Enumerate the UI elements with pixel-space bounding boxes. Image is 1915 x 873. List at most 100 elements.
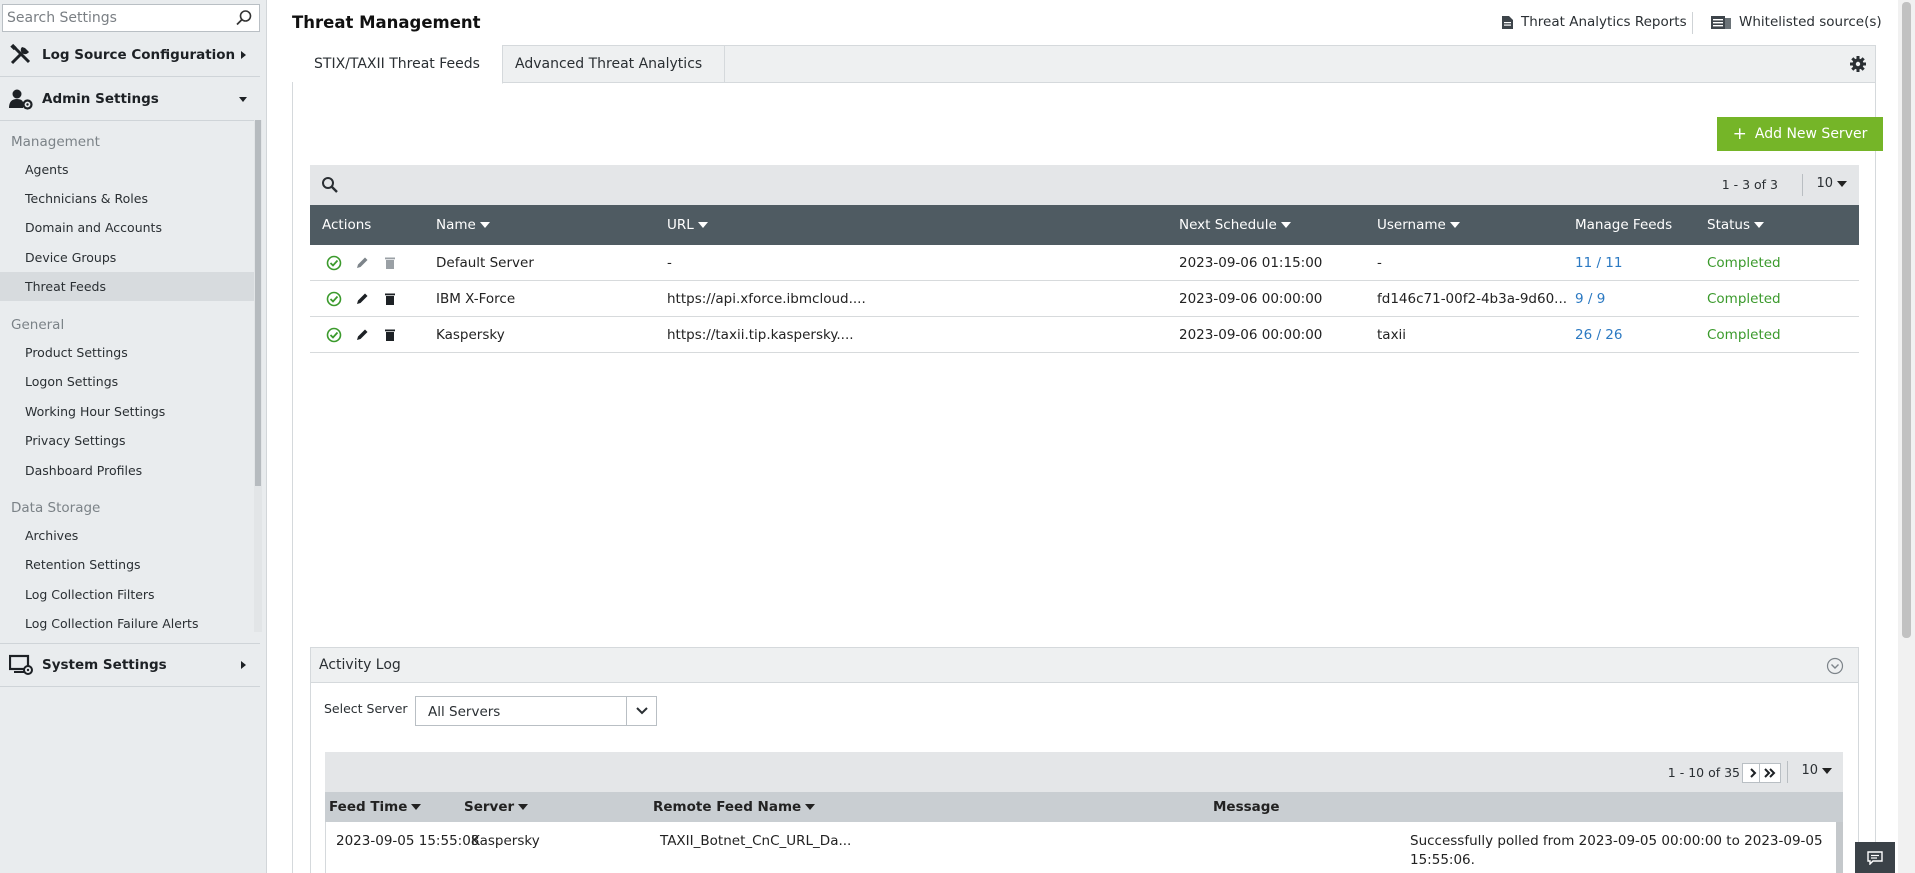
group-heading-general: General [11, 317, 65, 333]
sidebar-item-domain-accounts[interactable]: Domain and Accounts [0, 213, 254, 242]
caret-down-icon [1837, 180, 1847, 187]
row-actions [326, 327, 398, 343]
delete-trash-icon[interactable] [382, 255, 398, 271]
manage-feeds-link[interactable]: 26 / 26 [1575, 327, 1623, 343]
server-next-schedule: 2023-09-06 00:00:00 [1179, 327, 1323, 343]
admin-user-gear-icon [9, 89, 33, 110]
activity-per-page-select[interactable]: 10 [1801, 763, 1832, 778]
add-new-server-button[interactable]: + Add New Server [1717, 117, 1883, 151]
server-url: - [667, 255, 672, 271]
sidebar-item-privacy-settings[interactable]: Privacy Settings [0, 426, 254, 455]
main-content: Threat Management Threat Analytics Repor… [268, 0, 1896, 873]
column-remote-feed-name[interactable]: Remote Feed Name [653, 799, 816, 815]
sidebar-item-device-groups[interactable]: Device Groups [0, 243, 254, 272]
sort-caret-icon [1280, 222, 1291, 228]
column-name[interactable]: Name [436, 217, 490, 233]
servers-per-page-select[interactable]: 10 [1816, 176, 1847, 191]
delete-trash-icon[interactable] [382, 291, 398, 307]
column-next-schedule-label: Next Schedule [1179, 217, 1277, 233]
column-status[interactable]: Status [1707, 217, 1765, 233]
tab-stix-taxii-threat-feeds[interactable]: STIX/TAXII Threat Feeds [292, 45, 503, 84]
sidebar-item-retention-settings[interactable]: Retention Settings [0, 550, 254, 579]
sidebar-item-working-hour-settings[interactable]: Working Hour Settings [0, 397, 254, 426]
chevron-right-icon [241, 50, 246, 59]
sidebar-item-archives[interactable]: Archives [0, 521, 254, 550]
activity-scrollbar[interactable] [1836, 822, 1843, 873]
dropdown-toggle[interactable] [626, 697, 656, 725]
manage-feeds-link[interactable]: 9 / 9 [1575, 291, 1605, 307]
select-server-label: Select Server [324, 701, 408, 716]
column-url[interactable]: URL [667, 217, 708, 233]
select-server-dropdown[interactable]: All Servers [415, 696, 657, 726]
enabled-check-icon[interactable] [326, 255, 342, 271]
report-document-icon [1502, 15, 1513, 29]
column-message: Message [1213, 799, 1280, 815]
sidebar-item-log-collection-filters[interactable]: Log Collection Filters [0, 580, 254, 609]
column-next-schedule[interactable]: Next Schedule [1179, 217, 1291, 233]
table-row: IBM X-Force https://api.xforce.ibmcloud.… [310, 281, 1859, 317]
servers-pager-info: 1 - 3 of 3 [1721, 177, 1778, 192]
activity-log-body: Select Server All Servers 1 - 10 of 35 1… [310, 683, 1859, 873]
activity-log-title: Activity Log [319, 657, 401, 673]
delete-trash-icon[interactable] [382, 327, 398, 343]
sidebar-item-threat-feeds[interactable]: Threat Feeds [0, 272, 254, 301]
enabled-check-icon[interactable] [326, 291, 342, 307]
section-admin-settings[interactable]: Admin Settings [0, 77, 260, 121]
table-search-icon[interactable] [321, 176, 339, 194]
sort-caret-icon [805, 804, 816, 810]
manage-feeds-link[interactable]: 11 / 11 [1575, 255, 1623, 271]
section-log-source-configuration[interactable]: Log Source Configuration [0, 33, 260, 77]
column-actions-label: Actions [322, 217, 372, 233]
server-username: fd146c71-00f2-4b3a-9d60... [1377, 291, 1568, 307]
page-title: Threat Management [292, 13, 481, 32]
servers-table-header: Actions Name URL Next Schedule Username … [310, 205, 1859, 245]
edit-pencil-icon[interactable] [354, 327, 370, 343]
whitelisted-sources-link[interactable]: Whitelisted source(s) [1711, 14, 1882, 30]
sort-caret-icon [518, 804, 529, 810]
threat-analytics-reports-link[interactable]: Threat Analytics Reports [1502, 14, 1687, 30]
row-actions [326, 255, 398, 271]
status-text: Completed [1707, 255, 1781, 271]
section-system-settings[interactable]: System Settings [0, 643, 260, 687]
column-manage-feeds: Manage Feeds [1575, 217, 1672, 233]
chat-button[interactable] [1855, 842, 1895, 873]
sidebar-scroll-thumb[interactable] [255, 120, 261, 486]
edit-pencil-icon[interactable] [354, 291, 370, 307]
section-label: Log Source Configuration [42, 46, 236, 63]
sort-caret-icon [411, 804, 422, 810]
column-name-label: Name [436, 217, 476, 233]
row-actions [326, 291, 398, 307]
enabled-check-icon[interactable] [326, 327, 342, 343]
double-chevron-right-icon [1764, 768, 1776, 778]
feed-server: Kaspersky [471, 833, 540, 849]
sidebar-item-agents[interactable]: Agents [0, 155, 254, 184]
server-url: https://api.xforce.ibmcloud.... [667, 291, 866, 307]
sidebar-item-technicians-roles[interactable]: Technicians & Roles [0, 184, 254, 213]
collapse-chevron-icon[interactable] [1826, 657, 1844, 675]
per-page-value: 10 [1816, 176, 1833, 191]
column-feed-time[interactable]: Feed Time [329, 799, 422, 815]
sidebar-item-log-collection-failure-alerts[interactable]: Log Collection Failure Alerts [0, 609, 254, 638]
column-server[interactable]: Server [464, 799, 529, 815]
settings-search-input[interactable] [3, 5, 228, 31]
column-username[interactable]: Username [1377, 217, 1460, 233]
edit-pencil-icon[interactable] [354, 255, 370, 271]
activity-log-header[interactable]: Activity Log [310, 647, 1859, 683]
sidebar-item-logon-settings[interactable]: Logon Settings [0, 367, 254, 396]
server-next-schedule: 2023-09-06 00:00:00 [1179, 291, 1323, 307]
activity-log-toolbar: 1 - 10 of 35 10 [325, 752, 1843, 792]
sidebar-item-dashboard-profiles[interactable]: Dashboard Profiles [0, 456, 254, 485]
sidebar-item-product-settings[interactable]: Product Settings [0, 338, 254, 367]
page-scrollbar[interactable] [1898, 0, 1915, 873]
server-url: https://taxii.tip.kaspersky.... [667, 327, 854, 343]
column-message-label: Message [1213, 799, 1280, 815]
section-label: System Settings [42, 657, 167, 673]
tools-icon [10, 43, 31, 64]
last-page-button[interactable] [1759, 763, 1781, 783]
search-icon[interactable] [235, 9, 253, 27]
table-row: 2023-09-05 15:55:08 Kaspersky TAXII_Botn… [325, 822, 1843, 873]
tab-advanced-threat-analytics[interactable]: Advanced Threat Analytics [493, 45, 726, 83]
gear-icon[interactable] [1849, 55, 1867, 73]
server-name: Kaspersky [436, 327, 505, 343]
page-scroll-thumb[interactable] [1902, 2, 1911, 638]
